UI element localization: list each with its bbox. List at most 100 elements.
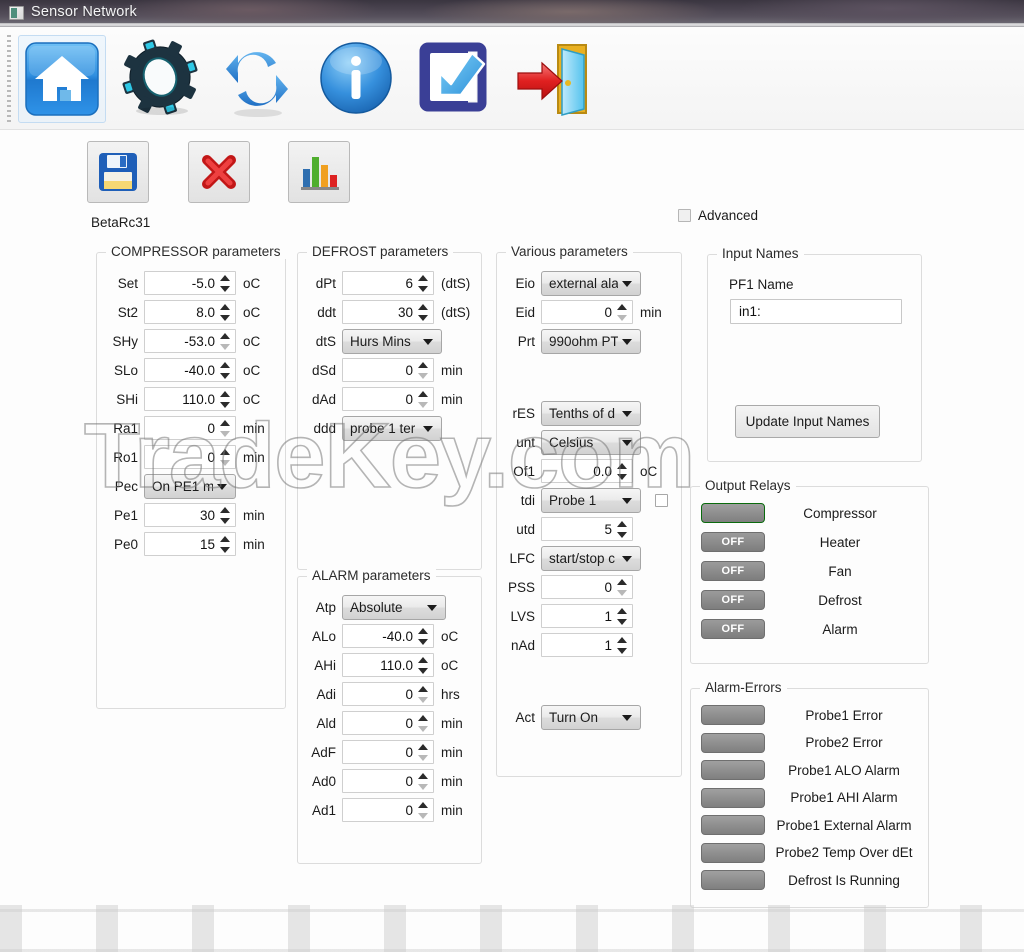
spinner-arrows-icon[interactable] [220, 332, 231, 351]
param-unit-set: oC [243, 275, 261, 291]
exit-icon [517, 44, 587, 116]
delete-button[interactable] [188, 141, 250, 203]
profile-name-label: BetaRc31 [91, 215, 151, 230]
param-label-alo: ALo [311, 628, 336, 644]
param-row-lfc: LFC start/stop c [505, 545, 641, 571]
spinner-arrows-icon[interactable] [220, 390, 231, 409]
spinner-arrows-icon[interactable] [418, 743, 429, 762]
param-spinner-pe0[interactable]: 15 [144, 532, 236, 556]
param-combo-res[interactable]: Tenths of d [541, 400, 641, 426]
spinner-arrows-icon[interactable] [617, 607, 628, 626]
param-spinner-pss[interactable]: 0 [541, 575, 633, 599]
spinner-arrows-icon[interactable] [220, 274, 231, 293]
spinner-arrows-icon[interactable] [617, 520, 628, 539]
param-checkbox-tdi[interactable] [655, 493, 668, 507]
param-row-atp: Atp Absolute [306, 594, 446, 620]
toolbar-settings-button[interactable] [114, 33, 206, 125]
spinner-arrows-icon[interactable] [220, 535, 231, 554]
param-spinner-ahi[interactable]: 110.0 [342, 653, 434, 677]
param-combo-value-dts: Hurs Mins [350, 333, 411, 349]
alarm-error-indicator [701, 732, 765, 753]
spinner-arrows-icon[interactable] [220, 361, 231, 380]
spinner-arrows-icon[interactable] [617, 462, 628, 481]
param-label-act: Act [515, 709, 535, 725]
param-spinner-lvs[interactable]: 1 [541, 604, 633, 628]
param-combo-atp[interactable]: Absolute [342, 594, 446, 620]
toolbar-home-button[interactable] [16, 33, 108, 125]
param-combo-pec[interactable]: On PE1 mir [144, 473, 236, 499]
param-spinner-alo[interactable]: -40.0 [342, 624, 434, 648]
param-spinner-ro1[interactable]: 0 [144, 445, 236, 469]
relay-name-label: Fan [828, 563, 852, 579]
spinner-arrows-icon[interactable] [617, 636, 628, 655]
param-spinner-adi[interactable]: 0 [342, 682, 434, 706]
chart-icon [301, 157, 339, 190]
toolbar-exit-button[interactable] [506, 33, 598, 125]
param-spinner-ald[interactable]: 0 [342, 711, 434, 735]
param-spinner-ddt[interactable]: 30 [342, 300, 434, 324]
chart-button[interactable] [288, 141, 350, 203]
param-label-shy: SHy [112, 333, 138, 349]
param-combo-lfc[interactable]: start/stop c [541, 545, 641, 571]
spinner-arrows-icon[interactable] [418, 390, 429, 409]
param-spinner-ad1[interactable]: 0 [342, 798, 434, 822]
param-spinner-st2[interactable]: 8.0 [144, 300, 236, 324]
param-spinner-nad[interactable]: 1 [541, 633, 633, 657]
param-row-nad: nAd 1 [505, 633, 633, 657]
spinner-arrows-icon[interactable] [418, 361, 429, 380]
spinner-arrows-icon[interactable] [418, 772, 429, 791]
spinner-arrows-icon[interactable] [418, 274, 429, 293]
update-input-names-button[interactable]: Update Input Names [735, 405, 880, 438]
param-spinner-adf[interactable]: 0 [342, 740, 434, 764]
spinner-arrows-icon[interactable] [220, 506, 231, 525]
toolbar-import-button[interactable] [408, 33, 500, 125]
advanced-checkbox-box[interactable] [678, 209, 691, 222]
param-spinner-slo[interactable]: -40.0 [144, 358, 236, 382]
param-spinner-set[interactable]: -5.0 [144, 271, 236, 295]
spinner-arrows-icon[interactable] [418, 685, 429, 704]
spinner-arrows-icon[interactable] [617, 303, 628, 322]
param-row-slo: SLo -40.0 oC [106, 358, 260, 382]
spinner-arrows-icon[interactable] [220, 448, 231, 467]
param-combo-dts[interactable]: Hurs Mins [342, 328, 442, 354]
spinner-arrows-icon[interactable] [418, 714, 429, 733]
param-spinner-dsd[interactable]: 0 [342, 358, 434, 382]
param-unit-dad: min [441, 391, 463, 407]
param-label-pss: PSS [507, 579, 535, 595]
spinner-arrows-icon[interactable] [617, 578, 628, 597]
param-combo-eio[interactable]: external ala [541, 270, 641, 296]
spinner-arrows-icon[interactable] [418, 627, 429, 646]
toolbar-drag-grip[interactable] [7, 35, 11, 125]
param-row-adf: AdF 0 min [306, 740, 463, 764]
param-row-set: Set -5.0 oC [106, 271, 260, 295]
param-label-ro1: Ro1 [113, 449, 138, 465]
param-spinner-of1[interactable]: 0.0 [541, 459, 633, 483]
spinner-arrows-icon[interactable] [220, 419, 231, 438]
param-spinner-ad0[interactable]: 0 [342, 769, 434, 793]
toolbar-refresh-button[interactable] [212, 33, 304, 125]
param-combo-ddd[interactable]: probe 1 ter [342, 415, 442, 441]
param-combo-unt[interactable]: Celsius [541, 429, 641, 455]
pf1-name-input[interactable]: in1: [730, 299, 902, 324]
spinner-arrows-icon[interactable] [220, 303, 231, 322]
spinner-arrows-icon[interactable] [418, 303, 429, 322]
toolbar-info-button[interactable] [310, 33, 402, 125]
advanced-checkbox[interactable]: Advanced [678, 208, 758, 223]
save-button[interactable] [87, 141, 149, 203]
param-combo-prt[interactable]: 990ohm PT [541, 328, 641, 354]
param-spinner-dad[interactable]: 0 [342, 387, 434, 411]
param-spinner-eid[interactable]: 0 [541, 300, 633, 324]
param-spinner-dpt[interactable]: 6 [342, 271, 434, 295]
param-combo-act[interactable]: Turn On [541, 704, 641, 730]
param-spinner-pe1[interactable]: 30 [144, 503, 236, 527]
save-icon [99, 153, 137, 191]
param-spinner-ra1[interactable]: 0 [144, 416, 236, 440]
spinner-arrows-icon[interactable] [418, 801, 429, 820]
param-combo-tdi[interactable]: Probe 1 [541, 487, 641, 513]
param-spinner-utd[interactable]: 5 [541, 517, 633, 541]
param-spinner-shy[interactable]: -53.0 [144, 329, 236, 353]
param-label-utd: utd [516, 521, 535, 537]
param-spinner-shi[interactable]: 110.0 [144, 387, 236, 411]
spinner-arrows-icon[interactable] [418, 656, 429, 675]
alarm-error-row: Defrost Is Running [701, 870, 923, 890]
